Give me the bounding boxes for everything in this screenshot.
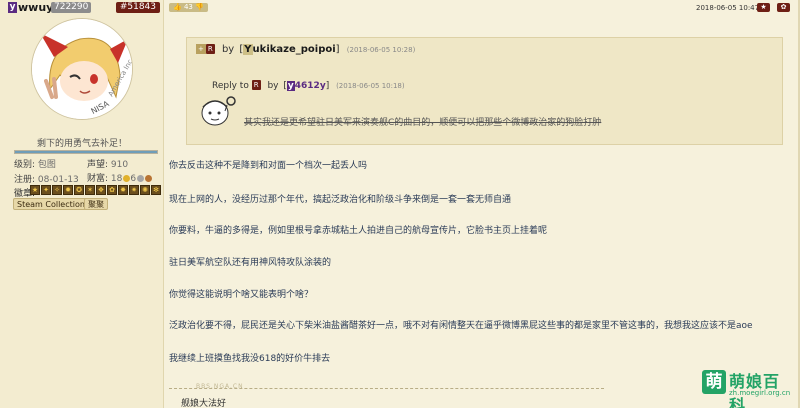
avatar-image: NISA America Inc. (32, 19, 132, 119)
user-level-bar (14, 150, 158, 154)
post-date: 2018-06-05 10:47 (696, 4, 760, 12)
post-paragraph: 你去反击这种不是降到和对面一个档次一起丢人吗 (169, 161, 368, 171)
quote-bracket-right: ] (335, 44, 340, 55)
user-fame: 声望: 910 (87, 157, 128, 170)
post-paragraph: 泛政治化要不得，屁民还是关心下柴米油盐酱醋茶好一点，哦不对有闲情整天在逼乎微博黑… (169, 321, 753, 331)
medal-icon[interactable]: ✪ (74, 185, 84, 195)
medal-icon[interactable]: ★ (30, 185, 40, 195)
nested-reply-badge[interactable]: R (251, 80, 261, 90)
medal-icon[interactable]: ❖ (96, 185, 106, 195)
moegirl-logo-title: 萌娘百科 (729, 372, 781, 408)
wealth-value: 18 (110, 174, 123, 184)
silver-coin-icon (137, 175, 145, 182)
steam-collection-button[interactable]: Steam Collection (13, 198, 89, 210)
quote-user-initial[interactable]: Y (243, 44, 253, 55)
user-rank: 级别: 包图 (14, 157, 56, 170)
like-count: 43 (183, 3, 193, 11)
post-paragraph: 现在上网的人，没经历过那个年代，搞起泛政治化和阶级斗争来倒是一套一套无师自通 (169, 195, 512, 205)
rank-value: 包图 (37, 160, 56, 170)
user-tag-button[interactable]: 聚聚 (84, 198, 108, 210)
nested-by-label: by (267, 81, 279, 91)
rank-label: 级别: (14, 160, 36, 170)
medal-icon[interactable]: ✺ (140, 185, 150, 195)
medal-icon[interactable]: ✹ (63, 185, 73, 195)
post-paragraph: 驻日美军航空队还有用神风特攻队涂装的 (169, 258, 332, 268)
quote-by-label: by (221, 44, 235, 55)
post-paragraph: 你要料，牛逼的多得是，例如里根号拿赤城粘土人拍进自己的航母宣传片，它脸书主页上挂… (169, 226, 548, 236)
user-header: y wwuyi 722290 #51843 (4, 1, 160, 14)
user-wealth: 财富: 18 6 (87, 171, 153, 184)
user-id-badge[interactable]: 722290 (51, 2, 92, 13)
post-options-button[interactable]: ✿ (777, 3, 790, 12)
medal-icon[interactable]: ✿ (107, 185, 117, 195)
medal-icon[interactable]: ✸ (118, 185, 128, 195)
signature-watermark: BBS.NGA.CN (196, 383, 244, 390)
quote-header: + R by [Yukikaze_poipoi] (2018-06-05 10:2… (196, 44, 415, 55)
nested-quote-header: Reply to R by [y4612y] (2018-06-05 10:18… (212, 80, 405, 91)
reg-label: 注册: (14, 175, 36, 185)
user-level-bar-fill (15, 151, 157, 153)
nested-username[interactable]: 4612y (295, 81, 326, 91)
moegirl-logo-url: zh.moegirl.org.cn (729, 389, 791, 397)
avatar[interactable]: NISA America Inc. (31, 18, 133, 120)
reg-value: 08-01-13 (37, 175, 79, 185)
quote-username[interactable]: ukikaze_poipoi (253, 44, 336, 55)
medal-icon[interactable]: ✧ (52, 185, 62, 195)
reply-to-link[interactable]: Reply to (212, 81, 249, 91)
post-paragraph: 我继续上班摸鱼找我没618的好价牛排去 (169, 354, 331, 364)
quote-time: (2018-06-05 10:28) (346, 46, 416, 54)
quoted-text: 其实我还是更希望驻日美军来演奏舰C的曲目的，顺便可以把那些个微博政治家的狗脸打肿 (244, 118, 602, 128)
medal-icon[interactable]: ✻ (151, 185, 161, 195)
fame-label: 声望: (87, 160, 109, 170)
moegirl-logo-mark: 萌 (702, 370, 726, 394)
quote-plus-badge[interactable]: + (196, 44, 206, 54)
user-panel: y wwuyi 722290 #51843 NISA America Inc. … (0, 0, 164, 408)
thumbs-up-icon: 👍 (173, 3, 182, 11)
favorite-button[interactable]: ★ (757, 3, 770, 12)
floor-number-badge[interactable]: #51843 (115, 2, 160, 13)
user-signature: 剩下的用勇气去补足！ (36, 139, 127, 149)
thumbs-down-icon: 👎 (195, 3, 204, 11)
copper-coin-icon (145, 175, 153, 182)
wealth-label: 财富: (87, 174, 109, 184)
medal-icon[interactable]: ✦ (41, 185, 51, 195)
post-paragraph: 你觉得这能说明个啥又能表明个啥？ (169, 290, 314, 300)
quote-reply-badge[interactable]: R (205, 44, 215, 54)
nested-time: (2018-06-05 10:18) (336, 82, 405, 90)
fame-value: 910 (110, 160, 129, 170)
user-prefix-badge: y (8, 2, 17, 13)
like-button[interactable]: 👍 43 👎 (169, 3, 208, 12)
medal-list: ★ ✦ ✧ ✹ ✪ ✶ ❖ ✿ ✸ ✷ ✺ ✻ (30, 185, 161, 195)
medal-icon[interactable]: ✶ (85, 185, 95, 195)
medal-icon[interactable]: ✷ (129, 185, 139, 195)
quote-block: + R by [Yukikaze_poipoi] (2018-06-05 10:2… (186, 37, 783, 145)
user-registered: 注册: 08-01-13 (14, 172, 79, 185)
moegirl-logo: 萌 萌娘百科 zh.moegirl.org.cn (702, 368, 796, 408)
nested-user-initial[interactable]: y (286, 81, 295, 91)
sticker-image (201, 96, 236, 126)
wealth-coin2-value: 6 (130, 174, 137, 184)
signature-text: 舰娘大法好 (181, 399, 227, 408)
nested-bracket-right: ] (325, 81, 330, 91)
